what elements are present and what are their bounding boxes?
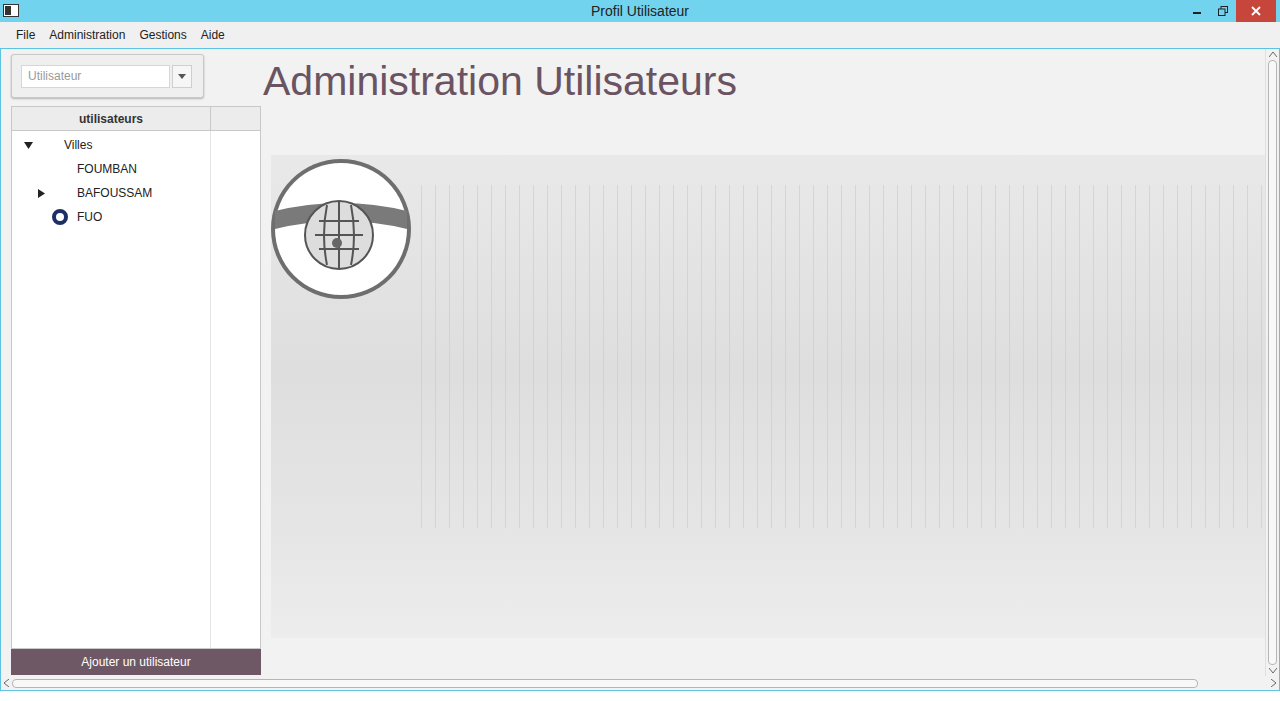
- close-icon: [1251, 6, 1261, 16]
- menu-item[interactable]: Gestions: [133, 23, 192, 47]
- page-heading: Administration Utilisateurs: [263, 53, 1265, 109]
- scroll-left-icon: [3, 679, 9, 687]
- tree-item[interactable]: BAFOUSSAM: [12, 181, 210, 205]
- dropdown-arrow-icon: [178, 74, 186, 79]
- scroll-right-icon: [1271, 679, 1277, 687]
- menu-item[interactable]: Administration: [43, 23, 131, 47]
- minimize-icon: [1192, 6, 1202, 16]
- status-ring-icon: [52, 209, 68, 225]
- minimize-button[interactable]: [1184, 0, 1210, 22]
- globe-logo-icon: [271, 155, 413, 303]
- vertical-scrollbar[interactable]: [1265, 49, 1279, 676]
- add-user-button[interactable]: Ajouter un utilisateur: [11, 649, 261, 675]
- user-select[interactable]: [21, 65, 170, 88]
- tree-item[interactable]: FOUMBAN: [12, 157, 210, 181]
- collapsed-arrow-icon[interactable]: [37, 189, 46, 198]
- user-tree: utilisateurs VillesFOUMBANBAFOUSSAMFUO: [11, 106, 261, 649]
- scroll-down-icon: [1269, 668, 1277, 674]
- left-panel: utilisateurs VillesFOUMBANBAFOUSSAMFUO A…: [1, 49, 261, 676]
- window-title: Profil Utilisateur: [591, 1, 689, 22]
- menu-item[interactable]: Aide: [195, 23, 231, 47]
- app-icon: [3, 4, 19, 17]
- user-combo-frame: [11, 54, 204, 98]
- menu-bar: FileAdministrationGestionsAide: [0, 22, 1280, 48]
- close-button[interactable]: [1236, 0, 1276, 22]
- title-bar: Profil Utilisateur: [0, 0, 1280, 22]
- column-header[interactable]: [211, 107, 260, 130]
- restore-button[interactable]: [1210, 0, 1236, 22]
- scroll-up-icon: [1269, 51, 1277, 57]
- menu-item[interactable]: File: [10, 23, 41, 47]
- column-header[interactable]: utilisateurs: [12, 107, 211, 130]
- city-sketch-image: [271, 155, 1265, 638]
- restore-icon: [1218, 6, 1228, 16]
- dropdown-button[interactable]: [172, 65, 192, 88]
- content-area: Administration Utilisateurs: [261, 49, 1265, 676]
- horizontal-scrollbar[interactable]: [1, 676, 1279, 690]
- expanded-arrow-icon[interactable]: [24, 141, 33, 150]
- tree-item[interactable]: Villes: [12, 133, 210, 157]
- tree-item[interactable]: FUO: [12, 205, 210, 229]
